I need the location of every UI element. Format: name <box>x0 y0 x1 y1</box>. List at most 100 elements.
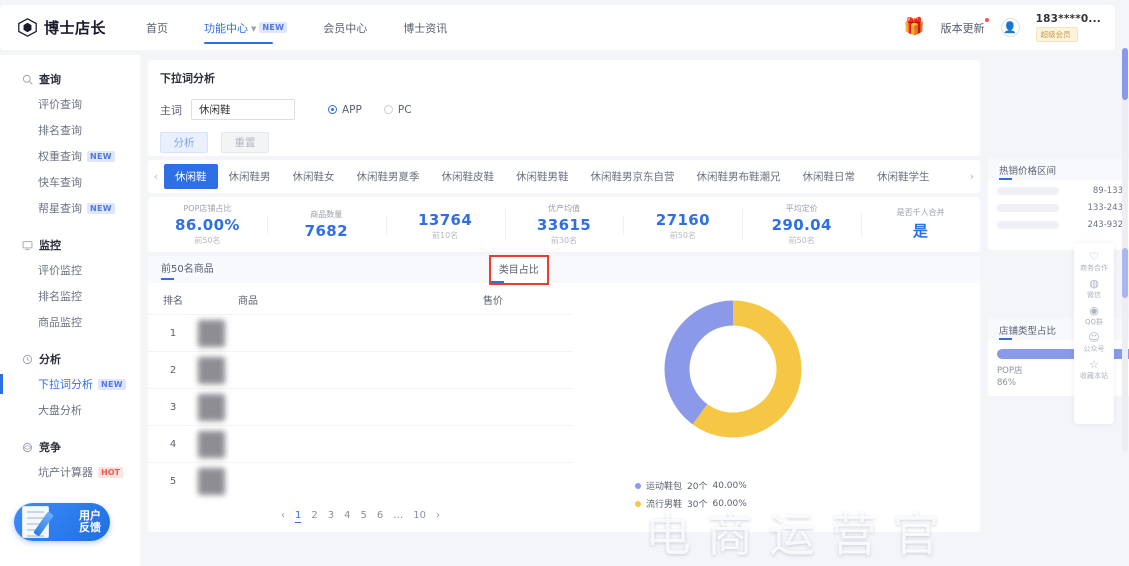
dock-item-business[interactable]: ♡ 商务合作 <box>1080 249 1108 275</box>
table-row[interactable]: 2 <box>148 351 573 388</box>
product-table: 排名 商品 售价 1 2 3 4 5 ‹ 1 2 3 4 5 6 … 10 › <box>148 283 573 532</box>
dock-label: 公众号 <box>1083 345 1105 353</box>
brand[interactable]: 博士店长 <box>0 17 140 38</box>
main-word-label: 主词 <box>160 103 182 117</box>
result-tabs: 前50名商品 类目占比 <box>148 254 980 285</box>
sidebar-item-rank-query[interactable]: 排名查询 <box>0 117 140 143</box>
user-menu[interactable]: 183****0... 超级会员 <box>1035 13 1101 42</box>
sidebar-item-review-query[interactable]: 评价查询 <box>0 91 140 117</box>
sidebar-item-express-query[interactable]: 快车查询 <box>0 169 140 195</box>
page-scrollbar[interactable] <box>1122 48 1128 451</box>
sidebar-group-header: 分析 <box>0 347 140 371</box>
scrollbar-thumb-secondary[interactable] <box>1122 248 1128 298</box>
sidebar-item-label: 坑产计算器 <box>38 466 93 479</box>
keyword-tab-2[interactable]: 休闲鞋女 <box>282 164 346 189</box>
keyword-tab-8[interactable]: 休闲鞋日常 <box>792 164 867 189</box>
sidebar-item-dropdown-word-analysis[interactable]: 下拉词分析 NEW <box>0 371 140 397</box>
pagination-page-6[interactable]: 6 <box>377 510 383 521</box>
table-row[interactable]: 5 <box>148 462 573 499</box>
nav-item-member-center[interactable]: 会员中心 <box>323 5 367 50</box>
keyword-tab-5[interactable]: 休闲鞋男鞋 <box>505 164 580 189</box>
feedback-line2: 反馈 <box>79 521 101 534</box>
keyword-tab-3[interactable]: 休闲鞋男夏季 <box>346 164 431 189</box>
keyword-tab-bar: ‹ 休闲鞋 休闲鞋男 休闲鞋女 休闲鞋男夏季 休闲鞋皮鞋 休闲鞋男鞋 休闲鞋男京… <box>148 160 980 193</box>
official-account-icon: ☺ <box>1088 331 1100 344</box>
metric-label: 是否千人合并 <box>896 208 945 217</box>
result-tab-category-share[interactable]: 类目占比 <box>488 254 549 285</box>
metric-value: 13764 <box>418 210 473 229</box>
shop-pop-label: POP店 <box>997 366 1023 376</box>
nav-item-news[interactable]: 博士资讯 <box>403 5 447 50</box>
dock-item-favorite[interactable]: ☆ 收藏本站 <box>1080 357 1108 383</box>
sidebar-item-label: 评价监控 <box>38 264 82 277</box>
price-range-label: 133-243 <box>1087 203 1123 213</box>
nav-item-home[interactable]: 首页 <box>146 5 168 50</box>
version-update-button[interactable]: 版本更新 <box>941 17 989 36</box>
radio-app[interactable]: APP <box>328 104 362 116</box>
pagination-page-2[interactable]: 2 <box>311 510 317 521</box>
metric-value: 是 <box>912 222 929 240</box>
gift-icon[interactable]: 🎁 <box>903 19 924 36</box>
radio-dot-icon <box>383 105 393 114</box>
keyword-tab-9[interactable]: 休闲鞋学生 <box>866 164 941 189</box>
legend-color-icon <box>635 482 641 489</box>
keyword-tab-0[interactable]: 休闲鞋 <box>164 164 218 189</box>
main-word-input[interactable] <box>191 99 295 120</box>
sidebar-item-star-query[interactable]: 帮星查询 NEW <box>0 195 140 221</box>
sidebar-item-product-monitor[interactable]: 商品监控 <box>0 309 140 335</box>
feedback-label: 用户 反馈 <box>79 510 101 533</box>
pagination-page-10[interactable]: 10 <box>413 510 426 521</box>
table-row[interactable]: 4 <box>148 425 573 462</box>
product-thumbnail <box>198 467 225 495</box>
legend-item-yundong[interactable]: 运动鞋包 20个 40.00% <box>635 479 747 492</box>
pagination-next[interactable]: › <box>436 510 440 521</box>
table-row[interactable]: 3 <box>148 388 573 425</box>
keyword-tab-1[interactable]: 休闲鞋男 <box>218 164 282 189</box>
pagination-page-5[interactable]: 5 <box>361 510 367 521</box>
price-bar-track <box>997 187 1059 195</box>
monitor-icon <box>22 240 33 251</box>
keyword-tab-6[interactable]: 休闲鞋男京东自营 <box>580 164 686 189</box>
pagination-page-1[interactable]: 1 <box>295 510 302 523</box>
dock-label: 微信 <box>1087 291 1101 299</box>
clock-icon <box>22 354 33 365</box>
result-tab-top50[interactable]: 前50名商品 <box>161 260 214 280</box>
metric-value: 86.00% <box>174 216 240 234</box>
keyword-tab-7[interactable]: 休闲鞋男布鞋潮兄 <box>686 164 792 189</box>
sidebar-group-header: 查询 <box>0 67 140 91</box>
sidebar-item-rank-monitor[interactable]: 排名监控 <box>0 283 140 309</box>
dock-item-qq[interactable]: ◉ QQ群 <box>1085 303 1103 329</box>
pagination-prev[interactable]: ‹ <box>281 510 285 521</box>
metric-avg-price: 平均定价 290.04 前50名 <box>742 203 861 246</box>
avatar[interactable]: 👤 <box>1000 18 1020 37</box>
dock-item-wechat[interactable]: ◍ 微信 <box>1087 276 1101 302</box>
pagination-page-3[interactable]: 3 <box>328 510 334 521</box>
sidebar-new-badge: NEW <box>87 202 115 214</box>
price-bar-track <box>997 221 1059 229</box>
sidebar-item-label: 大盘分析 <box>38 404 82 417</box>
chevron-left-icon[interactable]: ‹ <box>148 170 164 183</box>
keyword-tab-strip: 休闲鞋 休闲鞋男 休闲鞋女 休闲鞋男夏季 休闲鞋皮鞋 休闲鞋男鞋 休闲鞋男京东自… <box>164 164 964 189</box>
reset-button[interactable]: 重置 <box>221 132 269 153</box>
nav-item-function-center[interactable]: 功能中心 ▼ NEW <box>204 5 288 50</box>
sidebar-group-monitor: 监控 评价监控 排名监控 商品监控 <box>0 233 140 335</box>
sidebar-item-weight-query[interactable]: 权重查询 NEW <box>0 143 140 169</box>
dock-item-official-account[interactable]: ☺ 公众号 <box>1084 330 1105 356</box>
scrollbar-thumb[interactable] <box>1122 48 1128 100</box>
sidebar-item-market-analysis[interactable]: 大盘分析 <box>0 397 140 423</box>
chevron-right-icon[interactable]: › <box>964 170 980 183</box>
pagination-page-4[interactable]: 4 <box>344 510 350 521</box>
keyword-tab-4[interactable]: 休闲鞋皮鞋 <box>431 164 506 189</box>
analyze-button[interactable]: 分析 <box>160 132 208 153</box>
user-feedback-button[interactable]: 用户 反馈 <box>14 503 110 541</box>
sidebar-item-pit-calculator[interactable]: 坑产计算器 HOT <box>0 459 140 485</box>
table-row[interactable]: 1 <box>148 314 573 351</box>
sidebar-new-badge: NEW <box>87 150 115 162</box>
sidebar-item-review-monitor[interactable]: 评价监控 <box>0 257 140 283</box>
nav-label: 功能中心 <box>204 21 248 35</box>
dock-label: QQ群 <box>1084 318 1104 326</box>
metric-sub: 前50名 <box>788 236 815 245</box>
row-rank: 2 <box>169 364 177 376</box>
radio-pc[interactable]: PC <box>383 104 412 116</box>
metric-pop-share: POP店铺占比 86.00% 前50名 <box>148 203 267 246</box>
